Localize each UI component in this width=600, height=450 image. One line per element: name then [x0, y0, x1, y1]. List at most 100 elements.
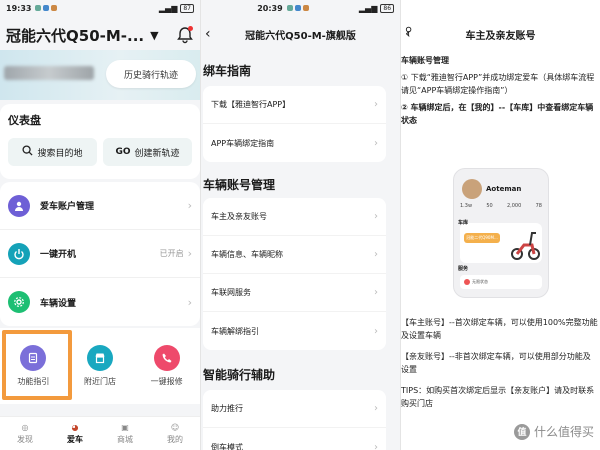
feature-guide-screen: 20:39 ▂▄▆ 86 ‹ 冠能六代Q50-M-旗舰版 绑车指南 下载【雅迪智… [200, 0, 400, 450]
mock-service-item: 无限状态 [460, 275, 542, 289]
list-item-power[interactable]: 一键开机 已开启 › [0, 230, 200, 278]
quick-action-label: 一键报修 [150, 377, 183, 386]
gear-icon [8, 291, 30, 313]
section-title: 车辆账号管理 [203, 178, 276, 192]
quick-action-label: 附近门店 [84, 377, 116, 386]
tab-mall[interactable]: ▣ 商城 [100, 417, 150, 450]
tab-profile[interactable]: ☺ 我的 [150, 417, 200, 450]
section-title: 智能骑行辅助 [203, 368, 276, 382]
scooter-icon: ◕ [71, 422, 79, 432]
section-title: 绑车指南 [203, 64, 252, 78]
list-item[interactable]: APP车辆绑定指南 › [203, 124, 386, 162]
article-tips: TIPS：如购买首次绑定后显示【亲友账户】请及时联系购买门店 [401, 386, 595, 408]
list-item-label: 助力推行 [211, 404, 243, 413]
go-badge: GO [115, 147, 131, 157]
list-item-label: 车辆设置 [40, 298, 77, 309]
tab-label: 商城 [117, 434, 133, 444]
chevron-right-icon: › [374, 403, 378, 414]
list-item[interactable]: 助力推行 › [203, 390, 386, 428]
power-status: 已开启 [159, 249, 184, 258]
create-route-label: 创建新轨迹 [134, 148, 180, 159]
list-item[interactable]: 车辆信息、车辆昵称 › [203, 236, 386, 274]
list-item[interactable]: 车主及亲友账号 › [203, 198, 386, 236]
mock-stat: 2,000 [506, 203, 522, 209]
section-card: 下载【雅迪智行APP】 › APP车辆绑定指南 › [203, 86, 386, 162]
status-bar: 19:33 ▂▄▆ 87 [0, 0, 200, 16]
back-arrow-icon[interactable]: ‹ [205, 26, 211, 42]
chevron-right-icon: › [374, 325, 378, 337]
history-route-button[interactable]: 历史骑行轨迹 [106, 60, 196, 88]
signal-icon: ▂▄▆ [158, 3, 178, 13]
app-home-screen: 19:33 ▂▄▆ 87 冠能六代Q50-M-... ▼ 历史骑行轨迹 仪表盘 … [0, 0, 200, 450]
bell-icon[interactable] [176, 26, 194, 44]
list-item-label: 下载【雅迪智行APP】 [211, 100, 291, 109]
article-body: 车辆账号管理 ① 下载“雅迪智行APP”并成功绑定爱车（具体绑车流程请见“APP… [401, 54, 598, 131]
tab-label: 我的 [167, 434, 183, 444]
nav-title: 车主及亲友账号 [465, 30, 536, 42]
article-paragraph: 【亲友账号】--非首次绑定车辆，可以使用部分功能及设置 [401, 352, 591, 374]
search-destination-button[interactable]: 搜索目的地 [8, 138, 97, 166]
link-icon[interactable]: ⚲ [405, 26, 412, 37]
vehicle-name[interactable]: 冠能六代Q50-M-... [6, 25, 144, 46]
bottom-tab-bar: ◎ 发现 ◕ 爱车 ▣ 商城 ☺ 我的 [0, 416, 200, 450]
list-item[interactable]: 车联网服务 › [203, 274, 386, 312]
list-item-label: APP车辆绑定指南 [211, 138, 275, 148]
list-item-label: 爱车账户管理 [40, 202, 95, 212]
list-item-label: 车辆信息、车辆昵称 [211, 250, 283, 259]
chevron-right-icon: › [374, 249, 378, 260]
mock-service-label: 服务 [458, 266, 469, 272]
user-icon: ☺ [170, 422, 180, 432]
highlight-frame [2, 330, 72, 400]
list-item[interactable]: 倒车模式 › [203, 428, 386, 450]
app-profile-screenshot: Aoteman 1.3w 50 2,000 78 车库 冠能二代Q90M... … [453, 168, 549, 298]
chevron-right-icon: › [187, 295, 192, 309]
settings-list: 爱车账户管理 › 一键开机 已开启 › 车辆设置 › [0, 182, 200, 326]
list-item-label: 倒车模式 [211, 442, 243, 450]
battery-indicator: 86 [380, 3, 395, 13]
quick-action-store[interactable]: 附近门店 [67, 328, 134, 404]
watermark-text: 什么值得买 [533, 425, 594, 439]
status-time: 19:33 [6, 3, 32, 13]
search-destination-label: 搜索目的地 [37, 148, 83, 159]
owner-account-screen: ‹ 车主及亲友账号 ⚲ 车辆账号管理 ① 下载“雅迪智行APP”并成功绑定爱车（… [400, 0, 600, 450]
chevron-right-icon: › [187, 247, 192, 260]
power-icon [8, 242, 30, 265]
quick-action-repair[interactable]: 一键报修 [133, 328, 200, 404]
blurred-owner-info [4, 66, 94, 80]
search-icon [22, 145, 34, 159]
article-body-2: 【车主账号】--首次绑定车辆，可以使用100%完整功能及设置车辆 【亲友账号】-… [401, 316, 598, 418]
chevron-right-icon: › [374, 99, 378, 110]
signal-icon: ▂▄▆ [358, 3, 378, 13]
article-paragraph: 【车主账号】--首次绑定车辆，可以使用100%完整功能及设置车辆 [401, 318, 598, 340]
notification-icons [286, 5, 309, 11]
list-item-account[interactable]: 爱车账户管理 › [0, 182, 200, 230]
chevron-right-icon: › [374, 287, 378, 298]
compass-icon: ◎ [21, 422, 29, 432]
mock-service-text: 无限状态 [472, 279, 488, 284]
mock-stat: 50 [486, 203, 493, 209]
mock-garage-label: 车库 [458, 220, 469, 226]
list-item-label: 一键开机 [40, 250, 77, 260]
create-route-button[interactable]: GO 创建新轨迹 [103, 138, 192, 166]
chevron-right-icon: › [187, 199, 192, 212]
dashboard-title: 仪表盘 [8, 114, 41, 127]
chevron-right-icon: › [374, 211, 378, 222]
tab-discover[interactable]: ◎ 发现 [0, 417, 50, 450]
caret-down-icon[interactable]: ▼ [150, 29, 158, 42]
watermark: 值 什么值得买 [513, 423, 594, 440]
article-paragraph: ② 车辆绑定后，在【我的】--【车库】中查看绑定车辆状态 [401, 103, 594, 125]
phone-icon [153, 345, 180, 371]
nav-bar: ‹ 车主及亲友账号 [401, 20, 600, 48]
tab-my-car[interactable]: ◕ 爱车 [50, 417, 100, 450]
users-icon [8, 194, 30, 217]
list-item-settings[interactable]: 车辆设置 › [0, 278, 200, 326]
tab-label: 爱车 [67, 434, 83, 444]
mock-username: Aoteman [486, 185, 522, 193]
notification-icons [35, 5, 58, 11]
list-item[interactable]: 车辆解绑指引 › [203, 312, 386, 350]
list-item[interactable]: 下载【雅迪智行APP】 › [203, 86, 386, 124]
chevron-right-icon: › [374, 137, 378, 149]
store-icon [87, 345, 113, 371]
mock-stat: 1.3w [460, 203, 473, 209]
vehicle-header: 冠能六代Q50-M-... ▼ [6, 22, 194, 48]
